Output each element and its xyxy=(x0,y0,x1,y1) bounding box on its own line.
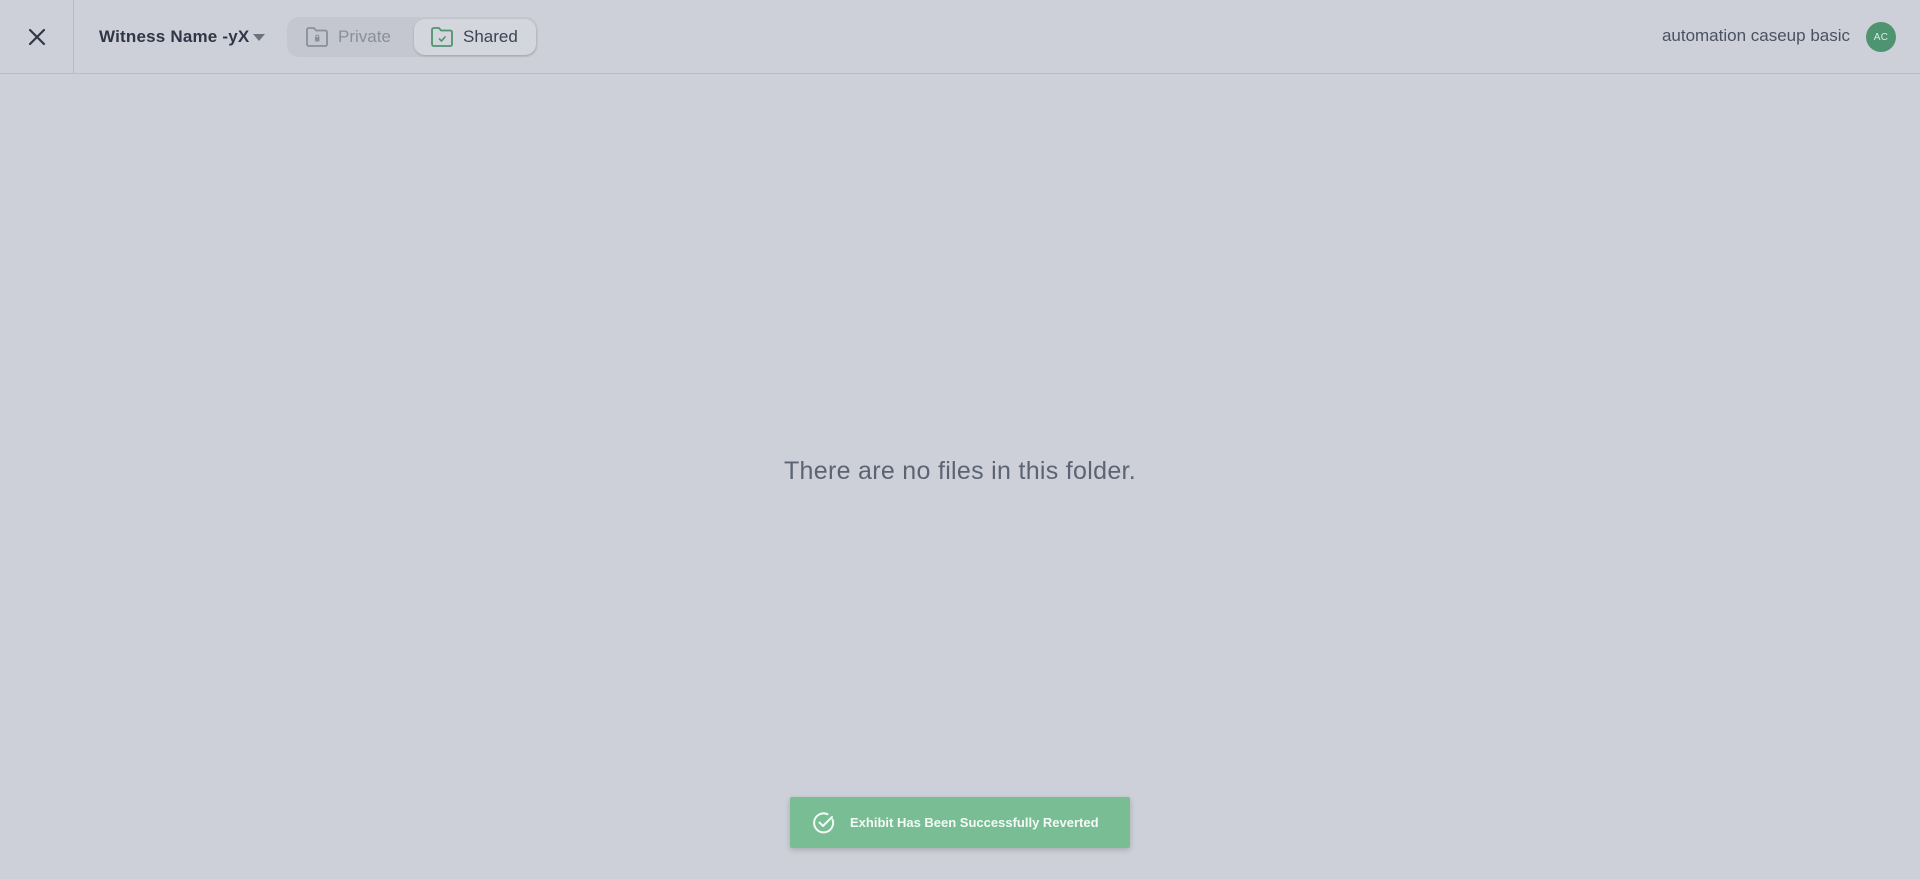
folder-toggle: Private Shared xyxy=(287,17,538,57)
avatar[interactable]: AC xyxy=(1866,22,1896,52)
close-button[interactable] xyxy=(0,0,74,73)
witness-selector[interactable]: Witness Name -yX xyxy=(99,24,266,50)
check-circle-icon xyxy=(813,811,835,833)
empty-folder-message: There are no files in this folder. xyxy=(783,457,1137,485)
tab-shared-label: Shared xyxy=(463,27,518,46)
tab-private[interactable]: Private xyxy=(289,19,411,55)
toast-message: Exhibit Has Been Successfully Reverted xyxy=(850,815,1099,830)
app-root: Witness Name -yX Private Shared automati… xyxy=(0,0,1920,879)
caret-down-icon xyxy=(253,34,266,41)
top-bar: Witness Name -yX Private Shared automati… xyxy=(0,0,1920,74)
avatar-initials: AC xyxy=(1873,31,1889,43)
folder-lock-icon xyxy=(306,27,328,47)
witness-name: Witness Name -yX xyxy=(99,27,250,46)
tab-private-label: Private xyxy=(338,27,391,46)
close-icon xyxy=(28,28,45,45)
tab-shared[interactable]: Shared xyxy=(414,19,536,55)
folder-check-icon xyxy=(431,27,453,47)
success-toast: Exhibit Has Been Successfully Reverted xyxy=(790,797,1130,848)
user-name[interactable]: automation caseup basic xyxy=(1662,26,1850,46)
